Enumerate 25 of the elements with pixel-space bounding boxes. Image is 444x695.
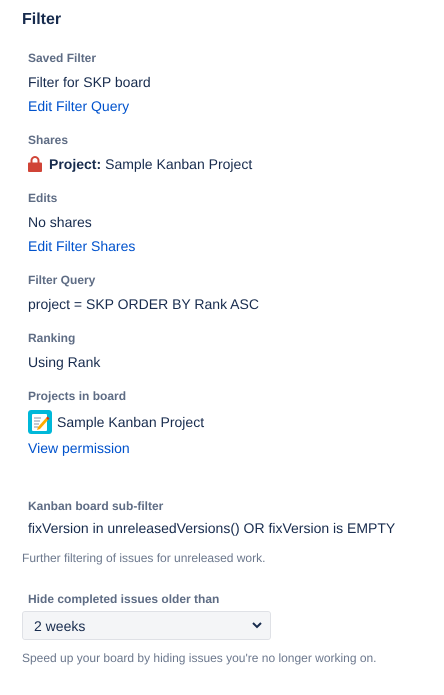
- chevron-down-icon: [252, 622, 262, 629]
- link[interactable]: Edit Filter Query: [28, 94, 130, 118]
- panel-title: Filter: [22, 10, 62, 30]
- help-text: Speed up your board by hiding issues you're no longer working on.: [22, 650, 377, 666]
- project-name: Sample Kanban Project: [57, 413, 204, 432]
- section-label: Ranking: [28, 330, 76, 346]
- field-value: Filter for SKP board: [28, 73, 151, 92]
- field-value: No shares: [28, 213, 92, 232]
- section-label: Kanban board sub-filter: [28, 498, 164, 514]
- share-entry: Project: Sample Kanban Project: [49, 155, 252, 174]
- section-label: Saved Filter: [28, 50, 96, 66]
- section-label: Edits: [28, 190, 58, 206]
- lock-icon: [28, 156, 42, 172]
- field-value: fixVersion in unreleasedVersions() OR fixVersion is EMPTY: [28, 519, 396, 538]
- link[interactable]: View permission: [28, 436, 130, 460]
- notepad-icon: [28, 410, 52, 434]
- field-value: Using Rank: [28, 353, 100, 372]
- section-label: Projects in board: [28, 388, 126, 404]
- field-label: Hide completed issues older than: [28, 591, 220, 607]
- field-value: project = SKP ORDER BY Rank ASC: [28, 295, 259, 314]
- dropdown[interactable]: 2 weeks: [22, 611, 271, 640]
- help-text: Further filtering of issues for unreleased work.: [22, 550, 266, 566]
- link[interactable]: Edit Filter Shares: [28, 234, 136, 258]
- section-label: Filter Query: [28, 272, 96, 288]
- section-label: Shares: [28, 132, 68, 148]
